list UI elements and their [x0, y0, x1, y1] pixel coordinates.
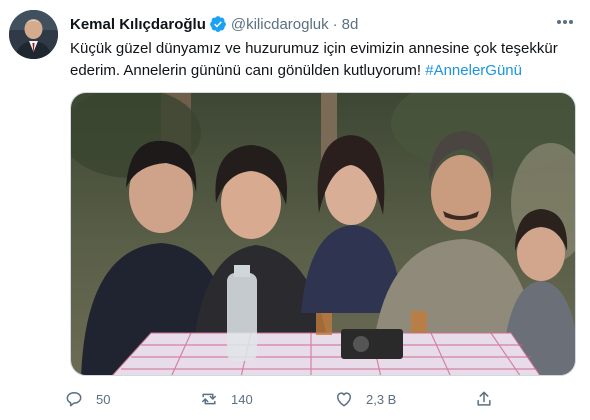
tweet-actions: 50 140 2,3 B	[64, 384, 584, 414]
tweet-timestamp[interactable]: 8d	[342, 16, 359, 33]
tweet-photo[interactable]	[70, 92, 576, 376]
tweet[interactable]: Kemal Kılıçdaroğlu @kilicdarogluk · 8d K…	[0, 0, 590, 420]
hashtag-link[interactable]: #AnnelerGünü	[425, 62, 522, 79]
like-button[interactable]: 2,3 B	[334, 384, 396, 414]
share-icon	[477, 391, 491, 406]
more-icon[interactable]	[554, 14, 576, 30]
tweet-header: Kemal Kılıçdaroğlu @kilicdarogluk · 8d	[70, 13, 358, 35]
author-name[interactable]: Kemal Kılıçdaroğlu	[70, 16, 206, 33]
reply-count: 50	[96, 391, 111, 407]
share-button[interactable]	[474, 384, 494, 414]
verified-badge-icon	[209, 15, 227, 33]
separator-dot: ·	[332, 15, 338, 33]
like-count: 2,3 B	[366, 391, 397, 407]
tweet-text: Küçük güzel dünyamız ve huzurumuz için e…	[70, 38, 570, 82]
reply-button[interactable]: 50	[64, 384, 110, 414]
retweet-count: 140	[231, 391, 253, 407]
retweet-icon	[202, 393, 216, 405]
like-icon	[337, 392, 351, 407]
author-handle[interactable]: @kilicdarogluk	[231, 16, 329, 33]
reply-icon	[66, 392, 82, 407]
avatar[interactable]	[9, 10, 58, 59]
retweet-button[interactable]: 140	[199, 384, 253, 414]
